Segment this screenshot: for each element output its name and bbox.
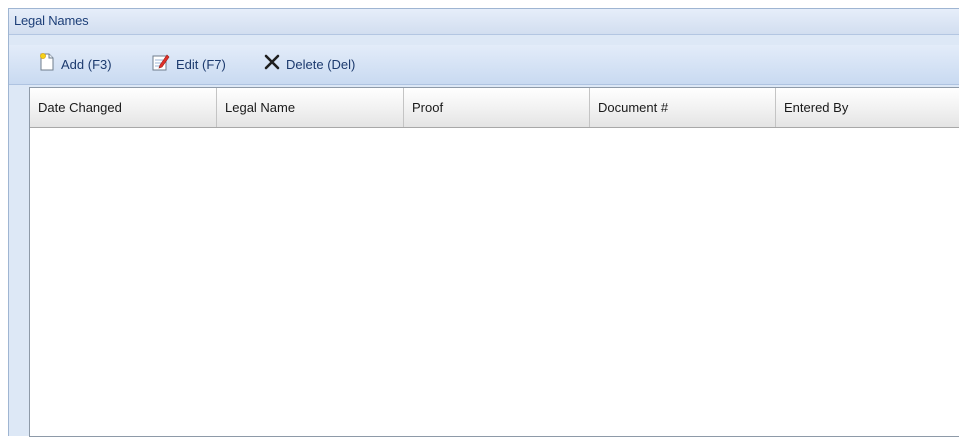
add-button-label: Add (F3) <box>61 56 112 72</box>
toolbar: Add (F3) Edit (F7) Delete (Del) <box>9 45 959 85</box>
column-header-entered-by[interactable]: Entered By <box>776 88 959 127</box>
column-header-legal-name[interactable]: Legal Name <box>217 88 404 127</box>
delete-button-label: Delete (Del) <box>286 56 356 72</box>
legal-names-grid[interactable]: Date Changed Legal Name Proof Document #… <box>29 87 959 437</box>
column-header-label: Legal Name <box>225 100 296 115</box>
column-header-label: Proof <box>412 100 444 115</box>
add-button[interactable]: Add (F3) <box>39 52 112 76</box>
column-header-label: Date Changed <box>38 100 122 115</box>
edit-document-icon <box>152 53 170 76</box>
grid-header: Date Changed Legal Name Proof Document #… <box>30 88 959 128</box>
delete-button[interactable]: Delete (Del) <box>264 53 355 75</box>
column-header-label: Document # <box>598 100 669 115</box>
panel-titlebar: Legal Names <box>9 9 959 35</box>
column-header-date-changed[interactable]: Date Changed <box>30 88 217 127</box>
legal-names-panel: Legal Names Add (F3) Edit (F7) Delete (D… <box>8 8 959 437</box>
column-header-document-number[interactable]: Document # <box>590 88 776 127</box>
grid-body[interactable] <box>30 128 959 436</box>
edit-button[interactable]: Edit (F7) <box>152 53 226 75</box>
column-header-proof[interactable]: Proof <box>404 88 590 127</box>
new-document-icon <box>39 52 55 76</box>
panel-title: Legal Names <box>14 13 89 28</box>
delete-x-icon <box>264 54 280 75</box>
edit-button-label: Edit (F7) <box>176 56 226 72</box>
column-header-label: Entered By <box>784 100 849 115</box>
